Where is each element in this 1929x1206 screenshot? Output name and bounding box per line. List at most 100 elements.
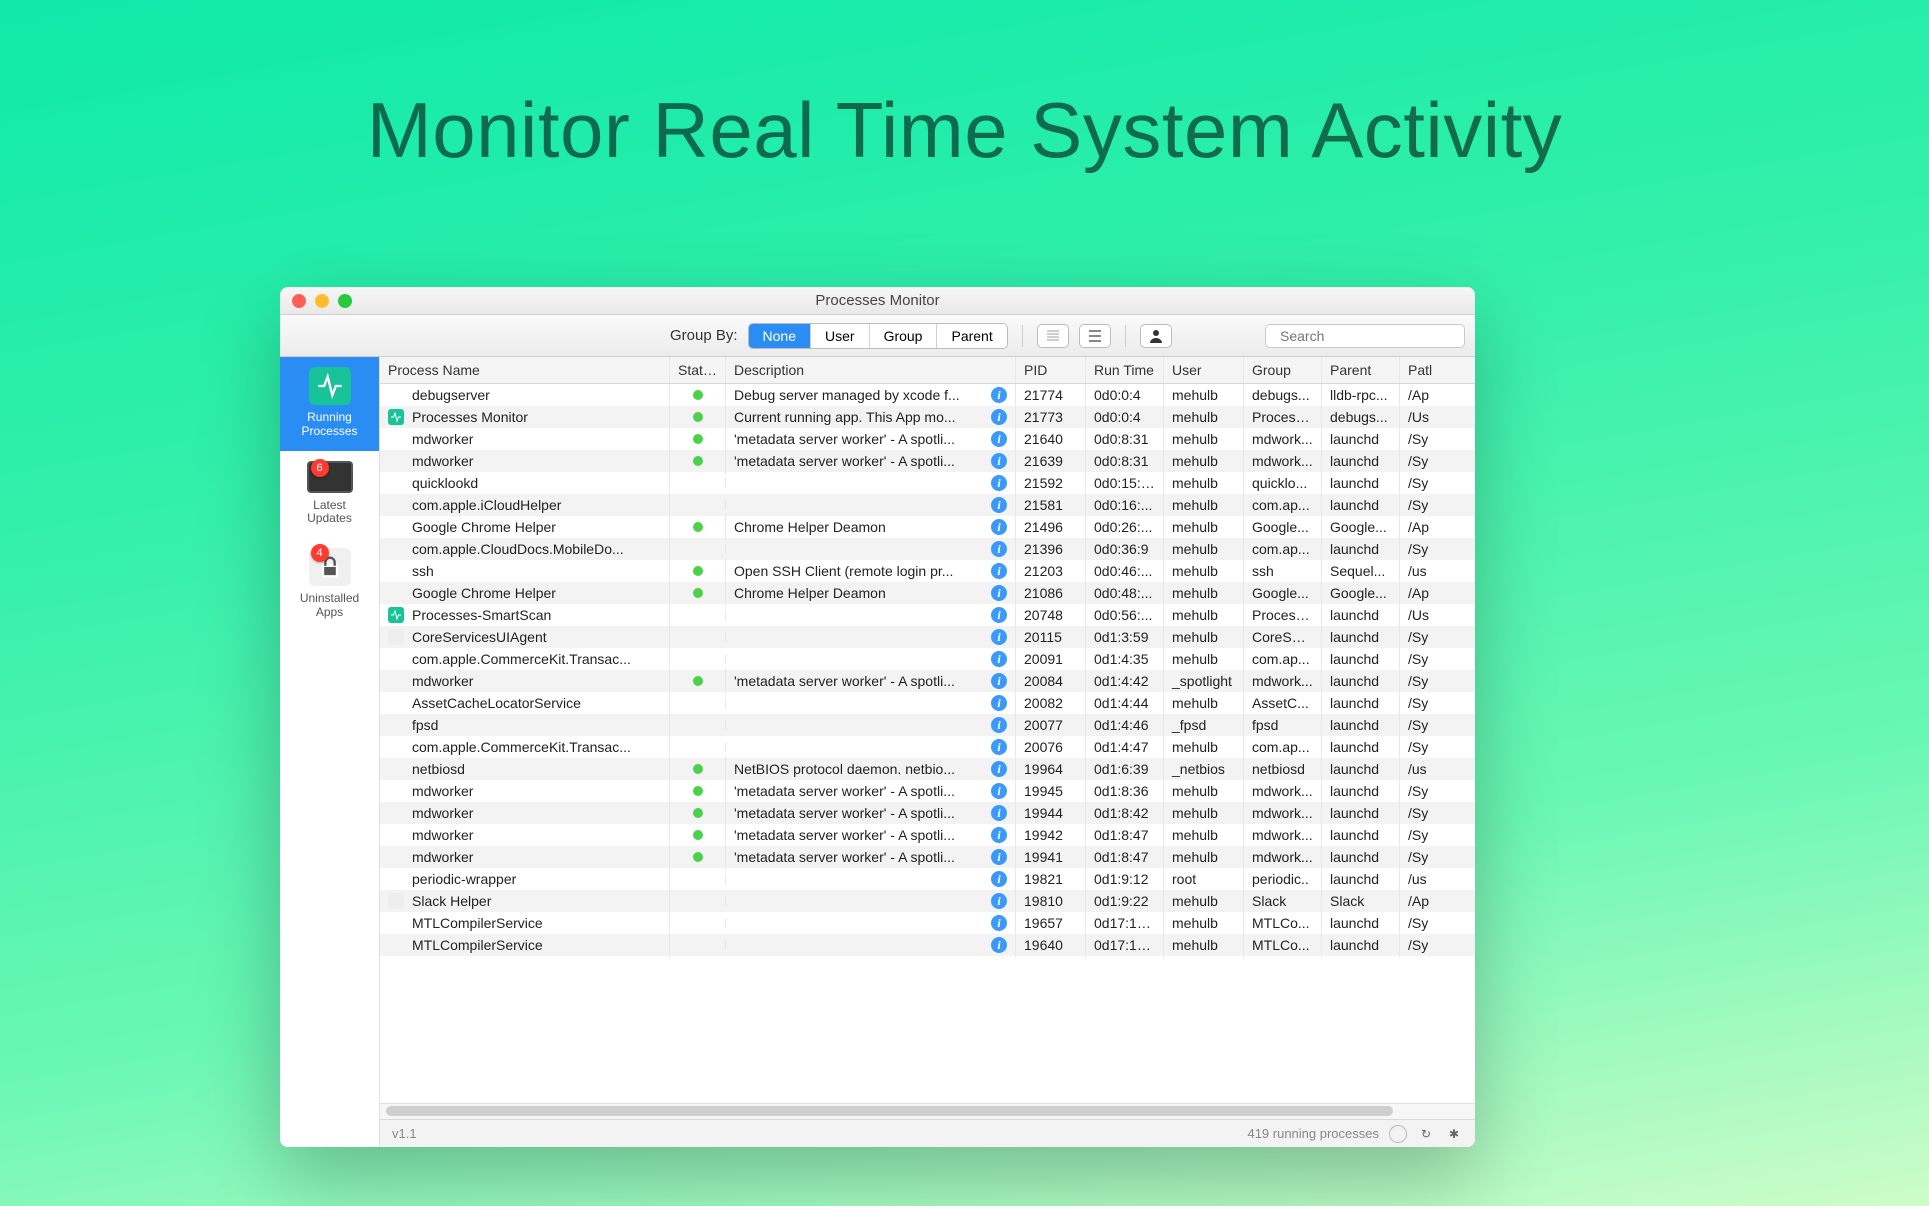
table-row[interactable]: com.apple.CloudDocs.MobileDo...i213960d0… <box>380 538 1475 560</box>
group-by-none[interactable]: None <box>749 324 811 348</box>
table-row[interactable]: mdworker'metadata server worker' - A spo… <box>380 450 1475 472</box>
info-icon[interactable]: i <box>991 739 1007 755</box>
table-row[interactable]: MTLCompilerServicei196570d17:19:1mehulbM… <box>380 912 1475 934</box>
info-icon[interactable]: i <box>991 761 1007 777</box>
process-name: Google Chrome Helper <box>412 585 556 601</box>
titlebar: Processes Monitor <box>280 287 1475 315</box>
info-icon[interactable]: i <box>991 827 1007 843</box>
table-row[interactable]: Processes-SmartScani207480d0:56:...mehul… <box>380 604 1475 626</box>
info-icon[interactable]: i <box>991 387 1007 403</box>
process-pid: 19640 <box>1016 932 1086 958</box>
info-icon[interactable]: i <box>991 585 1007 601</box>
table-row[interactable]: Slack Helperi198100d1:9:22mehulbSlackSla… <box>380 890 1475 912</box>
table-row[interactable]: mdworker'metadata server worker' - A spo… <box>380 802 1475 824</box>
info-icon[interactable]: i <box>991 431 1007 447</box>
process-icon <box>388 849 404 865</box>
group-by-parent[interactable]: Parent <box>937 324 1006 348</box>
table-row[interactable]: periodic-wrapperi198210d1:9:12rootperiod… <box>380 868 1475 890</box>
table-row[interactable]: netbiosdNetBIOS protocol daemon. netbio.… <box>380 758 1475 780</box>
process-runtime: 0d17:19:... <box>1086 932 1164 958</box>
sidebar-item-uninstalled[interactable]: 4UninstalledApps <box>280 538 379 632</box>
process-icon <box>388 871 404 887</box>
process-name: MTLCompilerService <box>412 937 543 953</box>
process-name: mdworker <box>412 453 473 469</box>
status-indicator-icon <box>1389 1125 1407 1143</box>
info-icon[interactable]: i <box>991 717 1007 733</box>
info-icon[interactable]: i <box>991 695 1007 711</box>
table-row[interactable]: mdworker'metadata server worker' - A spo… <box>380 846 1475 868</box>
table-row[interactable]: mdworker'metadata server worker' - A spo… <box>380 670 1475 692</box>
status-dot-icon <box>693 830 703 840</box>
process-name: mdworker <box>412 431 473 447</box>
user-filter-button[interactable] <box>1140 324 1172 348</box>
info-icon[interactable]: i <box>991 893 1007 909</box>
info-icon[interactable]: i <box>991 607 1007 623</box>
process-name: AssetCacheLocatorService <box>412 695 581 711</box>
column-header[interactable]: Status <box>670 357 726 383</box>
column-header[interactable]: Run Time <box>1086 357 1164 383</box>
info-icon[interactable]: i <box>991 871 1007 887</box>
table-row[interactable]: Google Chrome HelperChrome Helper Deamon… <box>380 582 1475 604</box>
table-row[interactable]: fpsdi200770d1:4:46_fpsdfpsdlaunchd/Sy <box>380 714 1475 736</box>
info-icon[interactable]: i <box>991 497 1007 513</box>
status-dot-icon <box>693 808 703 818</box>
status-dot-icon <box>693 852 703 862</box>
process-name: CoreServicesUIAgent <box>412 629 547 645</box>
process-icon <box>388 409 404 425</box>
view-compact-button[interactable] <box>1037 324 1069 348</box>
table-row[interactable]: mdworker'metadata server worker' - A spo… <box>380 824 1475 846</box>
info-icon[interactable]: i <box>991 783 1007 799</box>
column-header[interactable]: Group <box>1244 357 1322 383</box>
column-header[interactable]: PID <box>1016 357 1086 383</box>
info-icon[interactable]: i <box>991 915 1007 931</box>
group-by-group[interactable]: Group <box>870 324 938 348</box>
info-icon[interactable]: i <box>991 475 1007 491</box>
info-icon[interactable]: i <box>991 849 1007 865</box>
table-row[interactable]: Processes MonitorCurrent running app. Th… <box>380 406 1475 428</box>
column-header[interactable]: Process Name <box>380 357 670 383</box>
horizontal-scrollbar[interactable] <box>380 1103 1475 1119</box>
column-header[interactable]: Parent <box>1322 357 1400 383</box>
table-row[interactable]: sshOpen SSH Client (remote login pr...i2… <box>380 560 1475 582</box>
info-icon[interactable]: i <box>991 541 1007 557</box>
view-list-button[interactable] <box>1079 324 1111 348</box>
column-header[interactable]: User <box>1164 357 1244 383</box>
search-input[interactable] <box>1280 328 1461 344</box>
table-row[interactable]: debugserverDebug server managed by xcode… <box>380 384 1475 406</box>
column-header[interactable]: Patl <box>1400 357 1442 383</box>
table-row[interactable]: com.apple.iCloudHelperi215810d0:16:...me… <box>380 494 1475 516</box>
scrollbar-thumb[interactable] <box>386 1106 1393 1116</box>
lock-icon: 4 <box>309 548 351 586</box>
table-row[interactable]: com.apple.CommerceKit.Transac...i200910d… <box>380 648 1475 670</box>
info-icon[interactable]: i <box>991 409 1007 425</box>
info-icon[interactable]: i <box>991 453 1007 469</box>
info-icon[interactable]: i <box>991 519 1007 535</box>
info-icon[interactable]: i <box>991 629 1007 645</box>
process-icon <box>388 893 404 909</box>
status-dot-icon <box>693 588 703 598</box>
table-row[interactable]: quicklookdi215920d0:15:19mehulbquicklo..… <box>380 472 1475 494</box>
process-description: NetBIOS protocol daemon. netbio... <box>734 761 987 777</box>
process-name: mdworker <box>412 673 473 689</box>
column-header[interactable]: Description <box>726 357 1016 383</box>
sidebar-item-running[interactable]: RunningProcesses <box>280 357 379 451</box>
version-label: v1.1 <box>392 1126 417 1141</box>
info-icon[interactable]: i <box>991 651 1007 667</box>
sidebar-item-updates[interactable]: 6LatestUpdates <box>280 451 379 539</box>
info-icon[interactable]: i <box>991 563 1007 579</box>
search-field[interactable] <box>1265 324 1465 348</box>
info-icon[interactable]: i <box>991 673 1007 689</box>
info-icon[interactable]: i <box>991 805 1007 821</box>
table-row[interactable]: mdworker'metadata server worker' - A spo… <box>380 780 1475 802</box>
settings-button[interactable]: ✱ <box>1445 1125 1463 1143</box>
info-icon[interactable]: i <box>991 937 1007 953</box>
table-row[interactable]: AssetCacheLocatorServicei200820d1:4:44me… <box>380 692 1475 714</box>
refresh-button[interactable]: ↻ <box>1417 1125 1435 1143</box>
table-row[interactable]: com.apple.CommerceKit.Transac...i200760d… <box>380 736 1475 758</box>
process-description: 'metadata server worker' - A spotli... <box>734 849 987 865</box>
table-row[interactable]: MTLCompilerServicei196400d17:19:...mehul… <box>380 934 1475 956</box>
table-row[interactable]: mdworker'metadata server worker' - A spo… <box>380 428 1475 450</box>
table-row[interactable]: CoreServicesUIAgenti201150d1:3:59mehulbC… <box>380 626 1475 648</box>
group-by-user[interactable]: User <box>811 324 870 348</box>
table-row[interactable]: Google Chrome HelperChrome Helper Deamon… <box>380 516 1475 538</box>
